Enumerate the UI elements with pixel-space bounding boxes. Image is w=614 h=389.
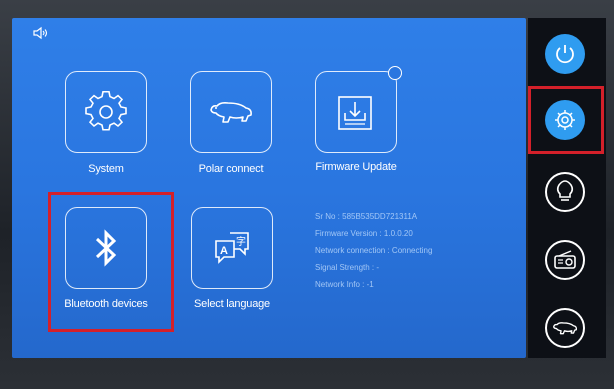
language-icon: A 字 — [215, 232, 249, 264]
main-screen: System Polar connect Firmware Update Blu… — [12, 18, 526, 358]
highlight-box-settings — [528, 86, 604, 154]
highlight-box-bluetooth — [48, 192, 174, 332]
polar-connect-tile[interactable] — [190, 71, 272, 153]
download-icon — [338, 96, 372, 130]
device-info: Sr No : 585B535DD721311A Firmware Versio… — [315, 208, 432, 293]
radio-icon — [554, 250, 576, 269]
select-language-tile[interactable]: A 字 — [191, 207, 273, 289]
firmware-update-tile[interactable] — [315, 66, 402, 153]
lightbulb-icon — [556, 180, 574, 201]
firmware-update-label: Firmware Update — [315, 161, 397, 173]
polar-bear-icon — [210, 102, 252, 123]
system-tile[interactable] — [65, 71, 147, 153]
system-label: System — [88, 163, 124, 175]
polar-connect-label: Polar connect — [198, 163, 264, 175]
svg-text:A: A — [220, 245, 228, 257]
power-icon — [556, 45, 574, 64]
radio-button[interactable] — [545, 240, 585, 280]
select-language-label: Select language — [194, 298, 270, 310]
speaker-icon[interactable] — [32, 26, 52, 40]
signal-strength: Signal Strength : - — [315, 263, 380, 272]
polar-bear-icon — [553, 322, 578, 335]
power-button[interactable] — [545, 34, 585, 74]
sidebar — [528, 18, 606, 358]
serial-number: Sr No : 585B535DD721311A — [315, 212, 418, 221]
gear-icon — [85, 91, 127, 131]
firmware-version: Firmware Version : 1.0.0.20 — [315, 229, 413, 238]
polar-button[interactable] — [545, 308, 585, 348]
notification-dot — [388, 66, 402, 80]
svg-text:字: 字 — [236, 235, 246, 248]
light-button[interactable] — [545, 172, 585, 212]
network-info: Network Info : -1 — [315, 280, 374, 289]
network-connection: Network connection : Connecting — [315, 246, 433, 255]
